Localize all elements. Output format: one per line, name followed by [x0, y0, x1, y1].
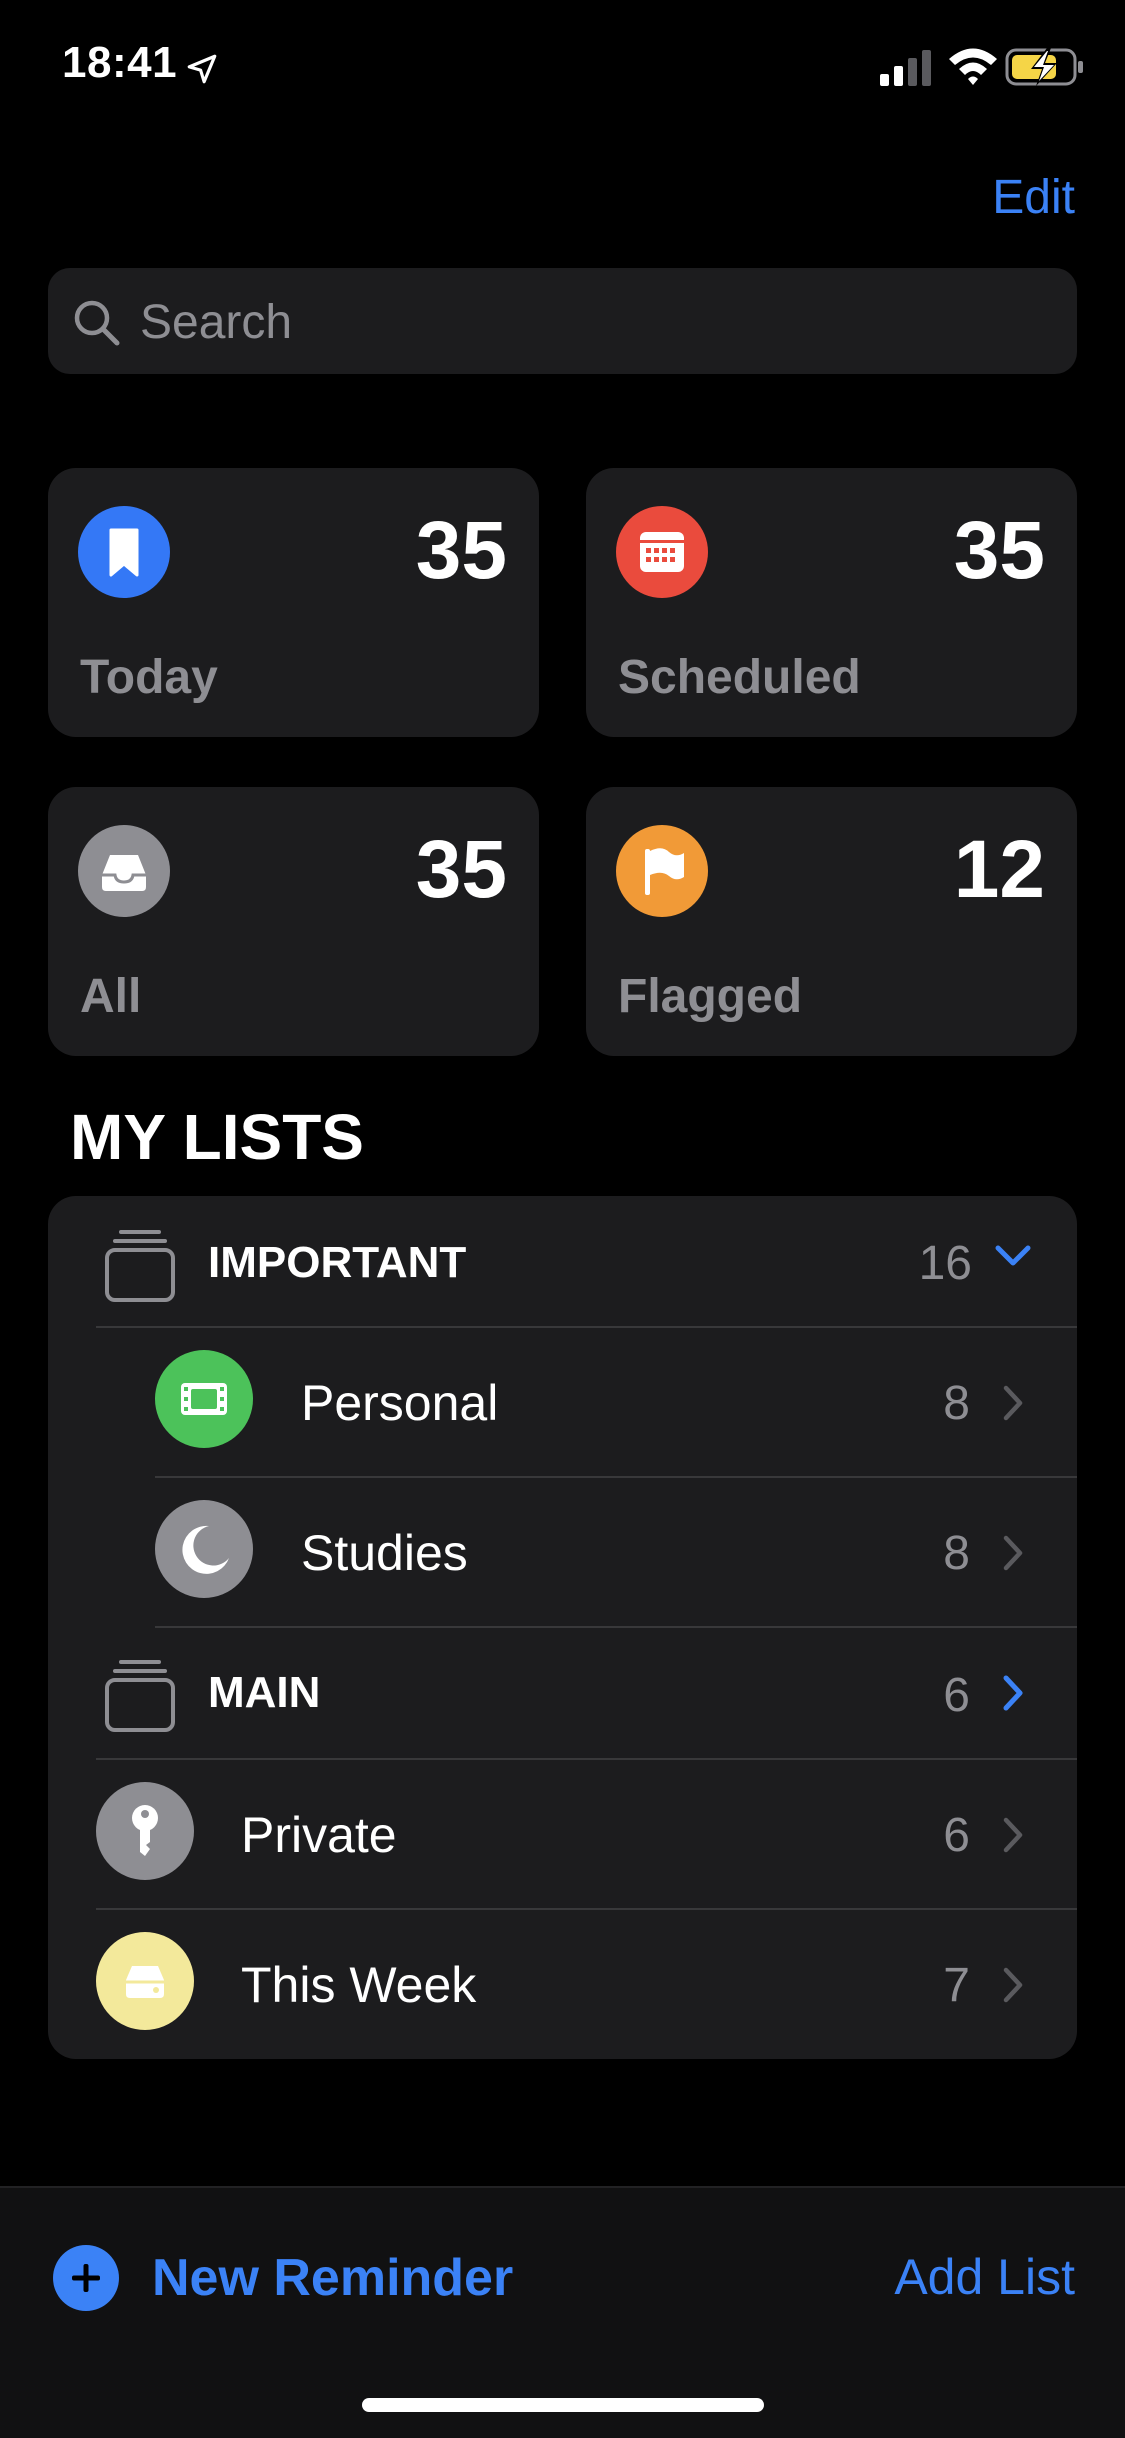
add-list-button[interactable]: Add List [894, 2248, 1075, 2306]
location-arrow-icon [187, 54, 217, 84]
list-count: 7 [943, 1959, 970, 2012]
my-lists-heading: MY LISTS [70, 1101, 364, 1173]
smart-list-count: 35 [953, 505, 1045, 596]
smart-list-today[interactable]: 35 Today [48, 468, 539, 737]
smart-list-scheduled[interactable]: 35 Scheduled [586, 468, 1077, 737]
group-count: 6 [943, 1669, 970, 1722]
group-count: 16 [918, 1237, 972, 1290]
list-row-personal[interactable]: Personal 8 [48, 1328, 1077, 1476]
key-icon [96, 1782, 194, 1880]
chevron-down-icon[interactable] [993, 1242, 1033, 1270]
my-lists-container: IMPORTANT 16 Personal 8 Studies 8 MAIN 6… [48, 1196, 1077, 2059]
new-reminder-label: New Reminder [152, 2249, 514, 2307]
battery-charging-icon [1005, 48, 1083, 86]
smart-list-all[interactable]: 35 All [48, 787, 539, 1056]
list-count: 8 [943, 1377, 970, 1430]
list-row-this-week[interactable]: This Week 7 [48, 1910, 1077, 2058]
smart-list-count: 35 [415, 824, 507, 915]
cellular-signal-icon [880, 50, 931, 86]
plus-circle-icon [53, 2245, 119, 2311]
list-label: Studies [301, 1525, 468, 1581]
film-icon [155, 1350, 253, 1448]
chevron-right-icon [1003, 1817, 1023, 1853]
drive-icon [96, 1932, 194, 2030]
bookmark-icon [78, 506, 170, 598]
calendar-icon [616, 506, 708, 598]
chevron-right-icon[interactable] [999, 1673, 1027, 1713]
list-row-studies[interactable]: Studies 8 [48, 1478, 1077, 1626]
smart-list-label: Scheduled [618, 651, 861, 704]
wifi-icon [949, 48, 997, 85]
edit-button[interactable]: Edit [992, 170, 1075, 225]
search-icon [74, 300, 120, 346]
moon-icon [155, 1500, 253, 1598]
smart-list-label: All [80, 970, 142, 1023]
group-label: MAIN [208, 1668, 321, 1717]
list-label: Private [241, 1807, 397, 1863]
smart-list-label: Flagged [618, 970, 803, 1023]
status-time: 18:41 [62, 38, 178, 87]
group-row-main[interactable]: MAIN 6 [48, 1628, 1077, 1758]
list-group-icon [105, 1230, 175, 1302]
list-label: This Week [241, 1957, 477, 2013]
list-label: Personal [301, 1375, 499, 1431]
list-row-private[interactable]: Private 6 [48, 1760, 1077, 1908]
smart-list-flagged[interactable]: 12 Flagged [586, 787, 1077, 1056]
chevron-right-icon [1003, 1967, 1023, 2003]
chevron-right-icon [1003, 1385, 1023, 1421]
tray-icon [78, 825, 170, 917]
list-count: 8 [943, 1527, 970, 1580]
smart-list-label: Today [80, 651, 218, 704]
smart-list-count: 12 [953, 824, 1045, 915]
group-label: IMPORTANT [208, 1238, 467, 1287]
chevron-right-icon [1003, 1535, 1023, 1571]
list-group-icon [105, 1660, 175, 1732]
search-bar[interactable] [48, 268, 1077, 374]
group-row-important[interactable]: IMPORTANT 16 [48, 1196, 1077, 1326]
home-indicator[interactable] [362, 2398, 764, 2412]
flag-icon [616, 825, 708, 917]
smart-list-count: 35 [415, 505, 507, 596]
search-input[interactable] [138, 288, 1042, 356]
list-count: 6 [943, 1809, 970, 1862]
